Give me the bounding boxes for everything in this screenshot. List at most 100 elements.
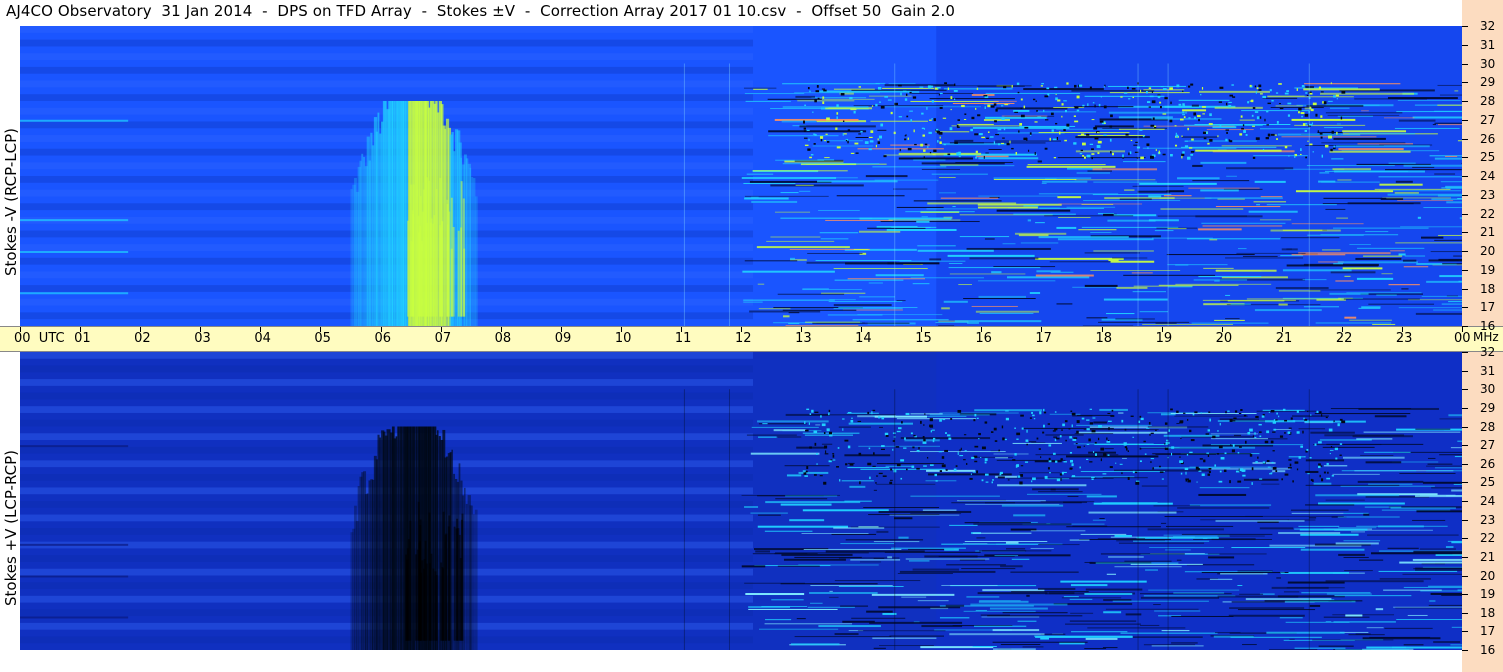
rfi-line bbox=[1095, 562, 1179, 564]
rfi-speckle bbox=[1083, 445, 1086, 447]
rfi-line bbox=[1320, 92, 1415, 95]
rfi-line bbox=[896, 206, 944, 208]
rfi-speckle bbox=[1064, 420, 1068, 423]
rfi-line bbox=[1403, 164, 1462, 167]
rfi-speckle bbox=[884, 432, 889, 436]
rfi-speckle bbox=[1225, 102, 1228, 106]
rfi-speckle bbox=[931, 429, 935, 431]
rfi-line bbox=[1431, 487, 1462, 489]
rfi-line bbox=[829, 596, 839, 598]
rfi-speckle bbox=[1023, 105, 1026, 109]
rfi-line bbox=[890, 144, 930, 146]
frequency-tick bbox=[1462, 119, 1468, 121]
burst-streak bbox=[465, 503, 468, 650]
rfi-line bbox=[996, 209, 1071, 212]
rfi-line bbox=[1058, 203, 1143, 205]
rfi-speckle bbox=[922, 436, 925, 439]
rfi-speckle bbox=[936, 86, 941, 89]
rfi-speckle bbox=[1200, 412, 1202, 414]
rfi-speckle bbox=[849, 96, 853, 100]
rfi-line bbox=[1343, 540, 1381, 542]
lower-spectrogram bbox=[20, 352, 1462, 650]
utc-tick-label: 03 bbox=[194, 331, 211, 346]
rfi-speckle bbox=[929, 119, 932, 121]
rfi-speckle bbox=[974, 445, 979, 448]
frequency-tick-label: 29 bbox=[1480, 75, 1496, 90]
rfi-line bbox=[1011, 558, 1030, 560]
rfi-line bbox=[1115, 318, 1155, 320]
rfi-speckle bbox=[1341, 420, 1346, 424]
rfi-speckle bbox=[842, 133, 844, 136]
rfi-speckle bbox=[1320, 115, 1323, 118]
rfi-line bbox=[1298, 252, 1391, 255]
rfi-line bbox=[1088, 451, 1116, 454]
rfi-line bbox=[775, 498, 828, 500]
frequency-tick bbox=[1462, 538, 1468, 540]
rfi-speckle bbox=[1207, 473, 1211, 476]
rfi-speckle bbox=[1275, 419, 1278, 421]
rfi-speckle bbox=[1187, 127, 1189, 131]
rfi-line bbox=[1118, 116, 1173, 119]
rfi-line bbox=[1438, 234, 1462, 236]
rfi-speckle bbox=[1023, 137, 1027, 141]
rfi-line bbox=[1140, 596, 1220, 599]
rfi-line bbox=[993, 100, 1017, 102]
rfi-speckle bbox=[1309, 92, 1313, 95]
rfi-line bbox=[812, 145, 874, 147]
rfi-speckle bbox=[1328, 428, 1333, 432]
rfi-speckle bbox=[994, 440, 998, 442]
rfi-speckle bbox=[963, 118, 967, 121]
frequency-tick bbox=[1462, 101, 1468, 102]
rfi-speckle bbox=[912, 446, 915, 449]
rfi-line bbox=[1246, 298, 1342, 300]
rfi-line bbox=[910, 413, 943, 415]
rfi-speckle bbox=[828, 409, 831, 413]
rfi-speckle bbox=[1043, 109, 1045, 112]
rfi-speckle bbox=[1026, 443, 1028, 446]
rfi-line bbox=[1446, 187, 1462, 189]
rfi-speckle bbox=[1269, 89, 1272, 92]
rfi-line bbox=[896, 418, 977, 420]
rfi-line bbox=[1151, 237, 1213, 239]
rfi-speckle bbox=[1096, 132, 1100, 134]
rfi-speckle bbox=[1197, 114, 1201, 118]
rfi-line bbox=[1305, 504, 1355, 506]
rfi-speckle bbox=[904, 138, 907, 141]
rfi-line bbox=[783, 558, 846, 561]
rfi-line bbox=[1450, 447, 1462, 449]
upper-panel-ylabel: Stokes -V (RCP-LCP) bbox=[2, 128, 20, 276]
rfi-line bbox=[785, 413, 830, 416]
rfi-line bbox=[997, 484, 1087, 487]
rfi-line bbox=[1204, 197, 1283, 199]
rfi-line bbox=[1114, 534, 1132, 537]
rfi-line bbox=[1383, 117, 1415, 119]
rfi-speckle bbox=[981, 446, 986, 450]
rfi-line bbox=[1365, 461, 1402, 464]
rfi-speckle bbox=[1254, 111, 1259, 113]
frequency-tick-label: 27 bbox=[1480, 112, 1496, 127]
rfi-line bbox=[939, 164, 979, 166]
rfi-speckle bbox=[1053, 157, 1057, 159]
rfi-line bbox=[894, 517, 913, 520]
rfi-line bbox=[1036, 270, 1061, 273]
rfi-line bbox=[1322, 446, 1375, 448]
rfi-speckle bbox=[1284, 145, 1288, 149]
rfi-line bbox=[1057, 196, 1081, 199]
frequency-tick bbox=[1462, 138, 1468, 140]
rfi-line bbox=[1321, 142, 1406, 144]
rfi-line bbox=[1151, 467, 1231, 469]
frequency-tick-label: 29 bbox=[1480, 400, 1496, 415]
rfi-line bbox=[910, 451, 1006, 453]
rfi-line bbox=[1448, 301, 1462, 303]
ripple-band bbox=[20, 419, 754, 427]
rfi-speckle bbox=[810, 154, 814, 156]
rfi-line bbox=[824, 157, 830, 159]
rfi-speckle bbox=[1170, 452, 1173, 456]
rfi-speckle bbox=[1035, 100, 1037, 102]
rfi-speckle bbox=[1318, 465, 1321, 469]
rfi-speckle bbox=[1133, 144, 1138, 146]
rfi-speckle bbox=[1103, 134, 1107, 136]
rfi-speckle bbox=[811, 409, 814, 413]
rfi-speckle bbox=[944, 449, 949, 452]
rfi-line bbox=[1118, 412, 1124, 414]
